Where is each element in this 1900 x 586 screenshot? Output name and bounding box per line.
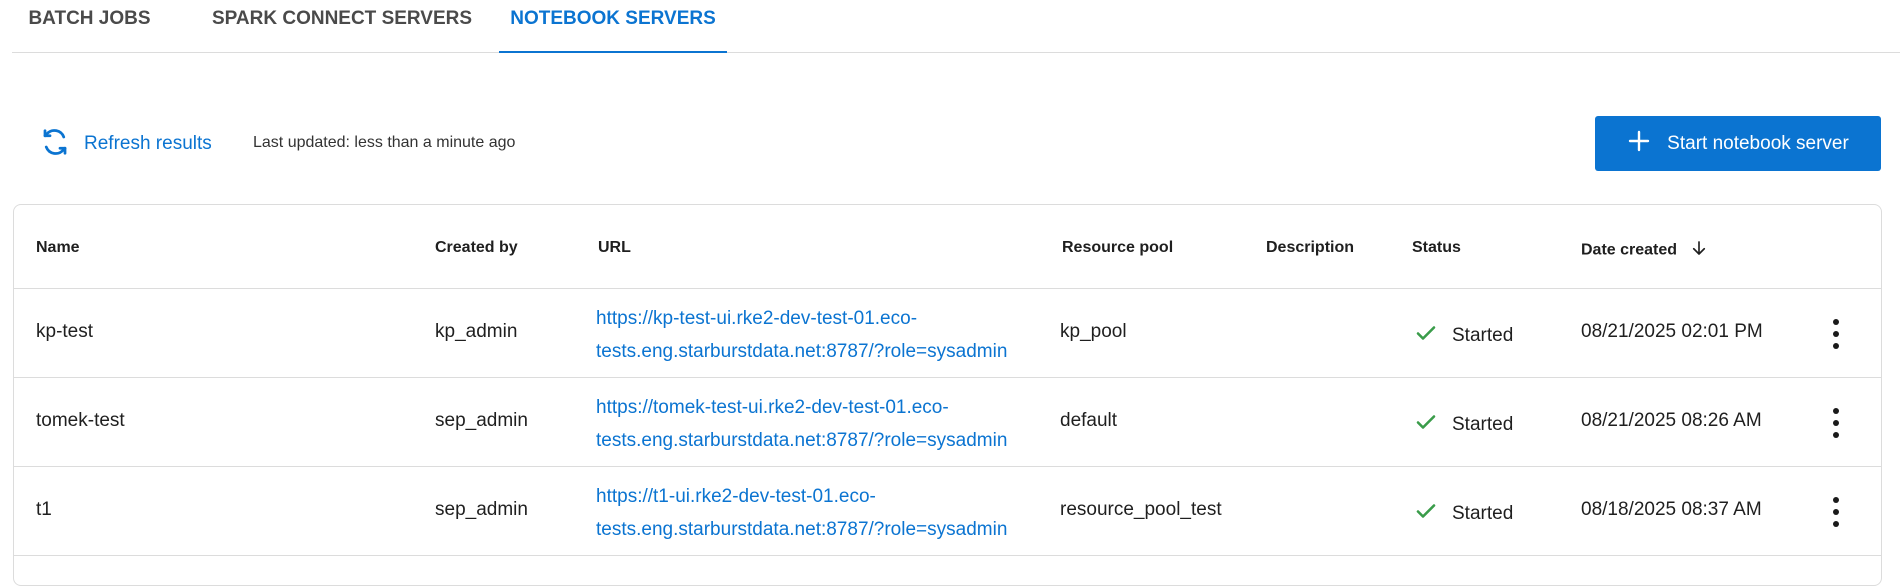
- cell-url-link[interactable]: https://t1-ui.rke2-dev-test-01.eco-tests…: [596, 480, 1036, 546]
- check-icon: [1414, 321, 1452, 351]
- more-vertical-icon[interactable]: [1826, 408, 1846, 438]
- refresh-icon: [40, 127, 70, 162]
- cell-date-created: 08/21/2025 08:26 AM: [1581, 410, 1762, 431]
- cell-name: tomek-test: [36, 410, 125, 431]
- refresh-results-label: Refresh results: [84, 133, 212, 154]
- cell-name: kp-test: [36, 321, 94, 342]
- status-badge: Started: [1414, 410, 1513, 440]
- column-header-description[interactable]: Description: [1266, 239, 1354, 257]
- cell-resource-pool: kp_pool: [1060, 321, 1127, 342]
- tab-batch-jobs[interactable]: BATCH JOBS: [12, 0, 167, 52]
- cell-url-link[interactable]: https://tomek-test-ui.rke2-dev-test-01.e…: [596, 391, 1036, 457]
- refresh-results-button[interactable]: Refresh results: [40, 126, 212, 162]
- column-header-date-created[interactable]: Date created: [1581, 239, 1708, 262]
- cell-created-by: sep_admin: [435, 410, 528, 431]
- column-header-created-by[interactable]: Created by: [435, 239, 518, 257]
- cell-date-created: 08/21/2025 02:01 PM: [1581, 321, 1763, 342]
- column-header-status[interactable]: Status: [1412, 239, 1461, 257]
- last-updated-text: Last updated: less than a minute ago: [253, 134, 516, 151]
- tab-notebook-servers[interactable]: NOTEBOOK SERVERS: [499, 0, 727, 53]
- more-vertical-icon[interactable]: [1826, 497, 1846, 527]
- table-row: kp-test kp_admin https://kp-test-ui.rke2…: [14, 289, 1881, 378]
- cell-date-created: 08/18/2025 08:37 AM: [1581, 499, 1762, 520]
- notebook-servers-table: Name Created by URL Resource pool Descri…: [13, 204, 1882, 586]
- table-row: t1 sep_admin https://t1-ui.rke2-dev-test…: [14, 467, 1881, 556]
- tab-bar: BATCH JOBS SPARK CONNECT SERVERS NOTEBOO…: [12, 0, 1900, 53]
- table-row: tomek-test sep_admin https://tomek-test-…: [14, 378, 1881, 467]
- cell-resource-pool: resource_pool_test: [1060, 499, 1222, 520]
- cell-created-by: kp_admin: [435, 321, 518, 342]
- arrow-down-icon[interactable]: [1690, 239, 1708, 262]
- cell-resource-pool: default: [1060, 410, 1118, 431]
- status-text: Started: [1452, 414, 1514, 435]
- status-text: Started: [1452, 325, 1514, 346]
- check-icon: [1414, 410, 1452, 440]
- check-icon: [1414, 499, 1452, 529]
- status-badge: Started: [1414, 499, 1513, 529]
- column-header-url[interactable]: URL: [598, 239, 631, 257]
- cell-name: t1: [36, 499, 52, 520]
- start-notebook-server-button[interactable]: Start notebook server: [1595, 116, 1881, 171]
- column-header-resource-pool[interactable]: Resource pool: [1062, 239, 1173, 257]
- status-text: Started: [1452, 503, 1514, 524]
- status-badge: Started: [1414, 321, 1513, 351]
- date-created-label: Date created: [1581, 241, 1678, 259]
- start-notebook-server-label: Start notebook server: [1667, 132, 1849, 154]
- cell-created-by: sep_admin: [435, 499, 528, 520]
- plus-icon: [1627, 129, 1667, 159]
- more-vertical-icon[interactable]: [1826, 319, 1846, 349]
- tab-spark-connect-servers[interactable]: SPARK CONNECT SERVERS: [205, 0, 479, 52]
- cell-url-link[interactable]: https://kp-test-ui.rke2-dev-test-01.eco-…: [596, 302, 1036, 368]
- column-header-name[interactable]: Name: [36, 239, 80, 257]
